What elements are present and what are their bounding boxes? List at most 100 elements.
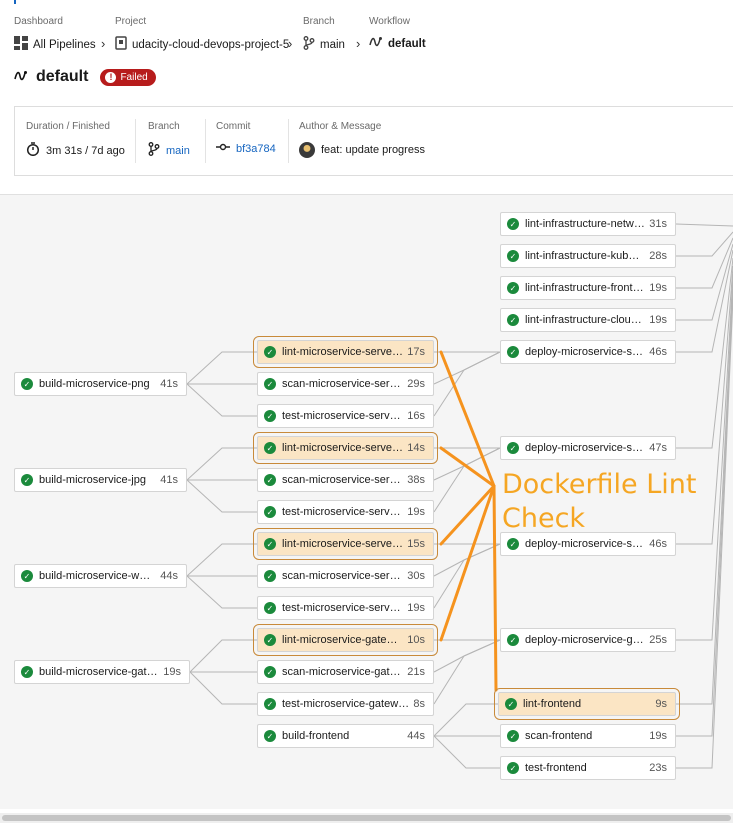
- job-name: build-microservice-gatew…: [39, 666, 160, 678]
- job-duration: 30s: [407, 570, 425, 582]
- success-check-icon: ✓: [21, 378, 33, 390]
- job-name: deploy-microservice-serv…: [525, 538, 646, 550]
- job-name: scan-microservice-server-…: [282, 474, 403, 486]
- job-name: lint-infrastructure-cloudfr…: [525, 314, 646, 326]
- stopwatch-icon: [26, 142, 40, 159]
- job-duration: 44s: [160, 570, 178, 582]
- job-duration: 44s: [407, 730, 425, 742]
- success-check-icon: ✓: [507, 730, 519, 742]
- breadcrumb-project[interactable]: Project udacity-cloud-devops-project-5: [115, 16, 289, 51]
- annotation-line: Dockerfile Lint: [502, 469, 697, 500]
- job-scan-microservice-gateway[interactable]: ✓ scan-microservice-gatew… 21s: [257, 660, 434, 684]
- commit-icon: [216, 142, 230, 155]
- job-duration: 41s: [160, 378, 178, 390]
- scrollbar-thumb[interactable]: [2, 815, 731, 821]
- job-scan-microservice-server-png[interactable]: ✓ scan-microservice-server-… 29s: [257, 372, 434, 396]
- job-name: lint-microservice-server-jpg: [282, 442, 404, 454]
- summary-duration: Duration / Finished 3m 31s / 7d ago: [26, 121, 125, 159]
- job-scan-frontend[interactable]: ✓ scan-frontend 19s: [500, 724, 676, 748]
- job-duration: 10s: [407, 634, 425, 646]
- workflow-header: default ! Failed: [14, 68, 156, 86]
- job-scan-microservice-server-jpg[interactable]: ✓ scan-microservice-server-… 38s: [257, 468, 434, 492]
- job-deploy-microservice-gateway[interactable]: ✓ deploy-microservice-gate… 25s: [500, 628, 676, 652]
- job-scan-microservice-server-webp[interactable]: ✓ scan-microservice-server-… 30s: [257, 564, 434, 588]
- chevron-right-icon: ›: [288, 36, 293, 51]
- annotation-line: Check: [502, 503, 586, 534]
- breadcrumb-workflow[interactable]: Workflow default: [369, 16, 426, 50]
- branch-label: Branch: [148, 121, 180, 132]
- success-check-icon: ✓: [21, 474, 33, 486]
- workflow-icon: [369, 36, 383, 51]
- commit-message: feat: update progress: [321, 144, 425, 156]
- success-check-icon: ✓: [505, 698, 517, 710]
- success-check-icon: ✓: [507, 218, 519, 230]
- success-check-icon: ✓: [264, 378, 276, 390]
- breadcrumb-dashboard[interactable]: Dashboard All Pipelines: [14, 16, 96, 51]
- job-name: build-frontend: [282, 730, 350, 742]
- job-name: build-microservice-jpg: [39, 474, 146, 486]
- success-check-icon: ✓: [507, 634, 519, 646]
- success-check-icon: ✓: [264, 570, 276, 582]
- job-test-frontend[interactable]: ✓ test-frontend 23s: [500, 756, 676, 780]
- job-lint-infrastructure-frontend[interactable]: ✓ lint-infrastructure-frontend 19s: [500, 276, 676, 300]
- job-name: deploy-microservice-serv…: [525, 442, 646, 454]
- divider: [135, 119, 136, 163]
- job-build-microservice-webp[interactable]: ✓ build-microservice-webp 44s: [14, 564, 187, 588]
- job-name: test-microservice-server-j…: [282, 506, 404, 518]
- commit-link[interactable]: bf3a784: [236, 143, 276, 155]
- success-check-icon: ✓: [21, 666, 33, 678]
- job-test-microservice-server-jpg[interactable]: ✓ test-microservice-server-j… 19s: [257, 500, 434, 524]
- breadcrumb-value: main: [320, 38, 345, 51]
- job-test-microservice-gateway[interactable]: ✓ test-microservice-gateway 8s: [257, 692, 434, 716]
- job-duration: 19s: [163, 666, 181, 678]
- job-lint-microservice-server-webp[interactable]: ✓ lint-microservice-server-w… 15s: [253, 528, 438, 560]
- job-test-microservice-server-png[interactable]: ✓ test-microservice-server-… 16s: [257, 404, 434, 428]
- job-test-microservice-server-webp[interactable]: ✓ test-microservice-server-… 19s: [257, 596, 434, 620]
- job-lint-frontend[interactable]: ✓ lint-frontend 9s: [494, 688, 680, 720]
- job-duration: 41s: [160, 474, 178, 486]
- workflow-icon: [14, 69, 28, 85]
- chevron-right-icon: ›: [101, 36, 106, 51]
- job-duration: 19s: [649, 314, 667, 326]
- breadcrumb-branch[interactable]: Branch main: [303, 16, 345, 51]
- job-build-frontend[interactable]: ✓ build-frontend 44s: [257, 724, 434, 748]
- job-name: scan-frontend: [525, 730, 593, 742]
- success-check-icon: ✓: [264, 346, 276, 358]
- job-duration: 17s: [407, 346, 425, 358]
- breadcrumb-label: Workflow: [369, 16, 410, 27]
- job-duration: 47s: [649, 442, 667, 454]
- breadcrumb-label: Branch: [303, 16, 335, 27]
- breadcrumb-label: Dashboard: [14, 16, 63, 27]
- success-check-icon: ✓: [264, 634, 276, 646]
- job-lint-microservice-server-png[interactable]: ✓ lint-microservice-server-p… 17s: [253, 336, 438, 368]
- job-name: lint-microservice-gateway: [282, 634, 404, 646]
- success-check-icon: ✓: [264, 442, 276, 454]
- success-check-icon: ✓: [264, 698, 276, 710]
- success-check-icon: ✓: [507, 442, 519, 454]
- duration-label: Duration / Finished: [26, 121, 110, 132]
- breadcrumb-label: Project: [115, 16, 147, 27]
- success-check-icon: ✓: [21, 570, 33, 582]
- job-name: test-microservice-gateway: [282, 698, 410, 710]
- job-build-microservice-gateway[interactable]: ✓ build-microservice-gatew… 19s: [14, 660, 190, 684]
- job-duration: 14s: [407, 442, 425, 454]
- job-lint-infrastructure-kubernetes[interactable]: ✓ lint-infrastructure-kubern… 28s: [500, 244, 676, 268]
- job-name: lint-frontend: [523, 698, 582, 710]
- job-deploy-microservice-server-jpg[interactable]: ✓ deploy-microservice-serv… 47s: [500, 436, 676, 460]
- job-lint-microservice-gateway[interactable]: ✓ lint-microservice-gateway 10s: [253, 624, 438, 656]
- job-lint-microservice-server-jpg[interactable]: ✓ lint-microservice-server-jpg 14s: [253, 432, 438, 464]
- job-name: deploy-microservice-gate…: [525, 634, 645, 646]
- divider: [288, 119, 289, 163]
- success-check-icon: ✓: [507, 538, 519, 550]
- job-deploy-microservice-server-png[interactable]: ✓ deploy-microservice-serv… 46s: [500, 340, 676, 364]
- job-build-microservice-jpg[interactable]: ✓ build-microservice-jpg 41s: [14, 468, 187, 492]
- horizontal-scrollbar[interactable]: [0, 813, 733, 823]
- job-name: lint-microservice-server-p…: [282, 346, 404, 358]
- branch-link[interactable]: main: [166, 145, 190, 157]
- job-lint-infrastructure-network[interactable]: ✓ lint-infrastructure-network 31s: [500, 212, 676, 236]
- job-duration: 19s: [649, 730, 667, 742]
- job-name: build-microservice-png: [39, 378, 150, 390]
- job-build-microservice-png[interactable]: ✓ build-microservice-png 41s: [14, 372, 187, 396]
- breadcrumb-value: default: [388, 37, 426, 50]
- job-lint-infrastructure-cloudfront[interactable]: ✓ lint-infrastructure-cloudfr… 19s: [500, 308, 676, 332]
